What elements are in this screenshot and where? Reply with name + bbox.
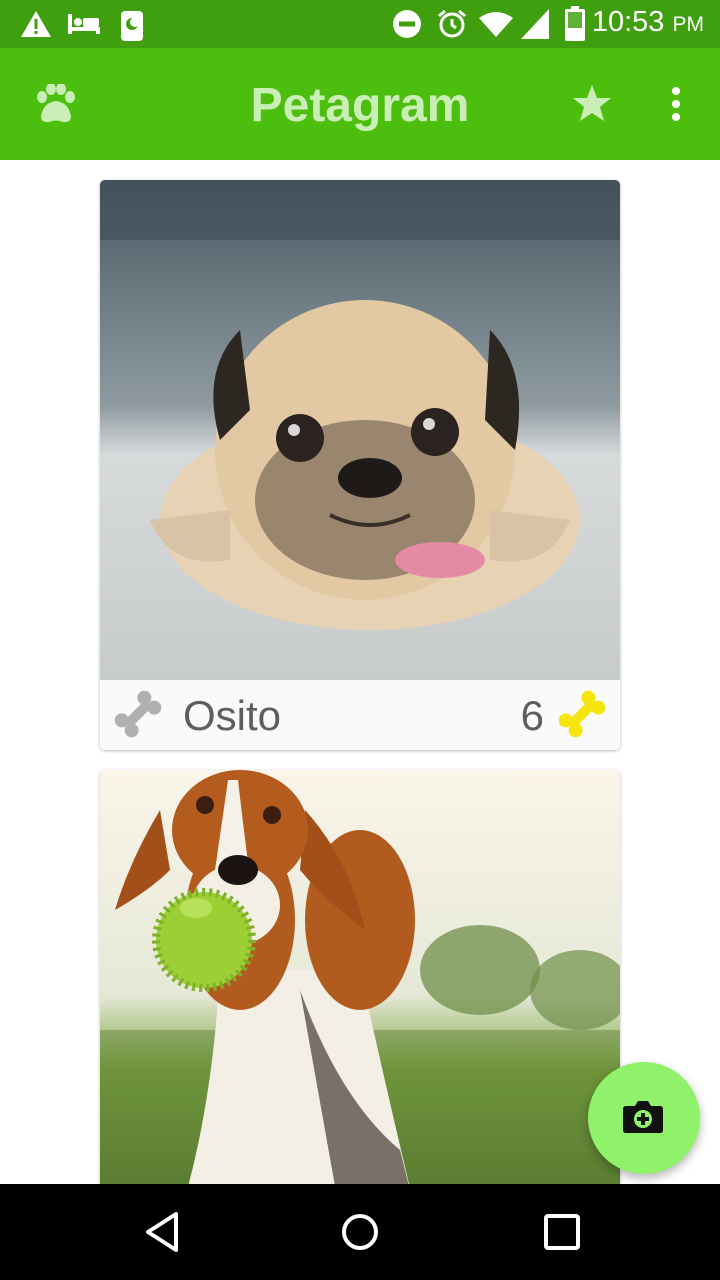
bed-icon bbox=[68, 14, 100, 34]
status-time: 10:53 PM bbox=[592, 6, 704, 39]
pet-card bbox=[100, 770, 620, 1184]
warning-icon bbox=[21, 11, 51, 37]
bone-like-button-icon[interactable] bbox=[110, 686, 166, 742]
app-bar: Petagram bbox=[0, 48, 720, 160]
add-photo-button[interactable] bbox=[588, 1062, 700, 1174]
status-time-ampm: PM bbox=[672, 13, 705, 36]
home-icon[interactable] bbox=[340, 1210, 380, 1254]
pet-photo[interactable] bbox=[100, 770, 620, 1184]
signal-icon bbox=[521, 9, 549, 39]
add-photo-camera-icon bbox=[623, 1101, 663, 1133]
do-not-disturb-icon bbox=[393, 10, 421, 38]
status-bar: 10:53 PM bbox=[0, 0, 720, 48]
pet-card-footer: Osito 6 bbox=[100, 680, 620, 750]
app-title: Petagram bbox=[250, 79, 470, 132]
pet-photo[interactable] bbox=[100, 180, 620, 680]
star-icon[interactable] bbox=[572, 84, 612, 122]
pet-name: Osito bbox=[183, 692, 282, 739]
wifi-icon bbox=[479, 12, 513, 37]
like-count: 6 bbox=[520, 692, 544, 739]
back-icon[interactable] bbox=[142, 1210, 182, 1254]
overflow-menu-icon[interactable] bbox=[670, 86, 682, 122]
phone-moon-icon bbox=[121, 11, 143, 41]
recents-icon[interactable] bbox=[542, 1210, 582, 1254]
pet-card: Osito 6 bbox=[100, 180, 620, 750]
navigation-bar bbox=[0, 1184, 720, 1280]
alarm-icon bbox=[438, 9, 466, 38]
battery-icon bbox=[565, 6, 585, 41]
status-time-value: 10:53 bbox=[591, 6, 665, 38]
bone-rating-icon bbox=[558, 690, 606, 738]
pet-list[interactable]: Osito 6 bbox=[0, 160, 720, 1184]
